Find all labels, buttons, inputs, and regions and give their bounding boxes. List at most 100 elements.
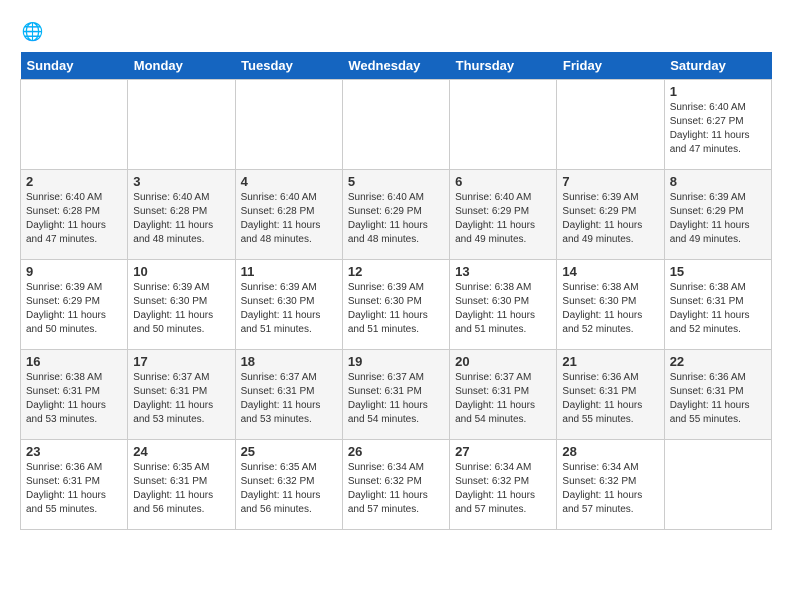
calendar-cell: 8 Sunrise: 6:39 AM Sunset: 6:29 PM Daylig… — [664, 170, 771, 260]
calendar-cell — [450, 80, 557, 170]
day-info: Sunrise: 6:35 AM Sunset: 6:32 PM Dayligh… — [241, 461, 337, 517]
calendar-cell: 5 Sunrise: 6:40 AM Sunset: 6:29 PM Daylig… — [342, 170, 449, 260]
calendar-cell: 1 Sunrise: 6:40 AM Sunset: 6:27 PM Daylig… — [664, 80, 771, 170]
calendar-header-row: SundayMondayTuesdayWednesdayThursdayFrid… — [21, 52, 772, 80]
day-number: 24 — [133, 444, 229, 459]
day-info: Sunrise: 6:38 AM Sunset: 6:30 PM Dayligh… — [455, 281, 551, 337]
calendar-cell — [342, 80, 449, 170]
day-info: Sunrise: 6:38 AM Sunset: 6:31 PM Dayligh… — [26, 371, 122, 427]
header: 🌐 — [20, 20, 772, 44]
day-info: Sunrise: 6:39 AM Sunset: 6:29 PM Dayligh… — [562, 191, 658, 247]
day-info: Sunrise: 6:37 AM Sunset: 6:31 PM Dayligh… — [133, 371, 229, 427]
svg-text:🌐: 🌐 — [22, 22, 44, 42]
calendar-cell: 18 Sunrise: 6:37 AM Sunset: 6:31 PM Dayli… — [235, 350, 342, 440]
calendar-cell: 2 Sunrise: 6:40 AM Sunset: 6:28 PM Daylig… — [21, 170, 128, 260]
day-info: Sunrise: 6:39 AM Sunset: 6:29 PM Dayligh… — [670, 191, 766, 247]
calendar-week-5: 23 Sunrise: 6:36 AM Sunset: 6:31 PM Dayli… — [21, 440, 772, 530]
day-number: 28 — [562, 444, 658, 459]
calendar-week-3: 9 Sunrise: 6:39 AM Sunset: 6:29 PM Daylig… — [21, 260, 772, 350]
day-number: 13 — [455, 264, 551, 279]
header-thursday: Thursday — [450, 52, 557, 80]
calendar-cell: 4 Sunrise: 6:40 AM Sunset: 6:28 PM Daylig… — [235, 170, 342, 260]
day-info: Sunrise: 6:40 AM Sunset: 6:27 PM Dayligh… — [670, 101, 766, 157]
header-friday: Friday — [557, 52, 664, 80]
day-number: 15 — [670, 264, 766, 279]
calendar-cell: 22 Sunrise: 6:36 AM Sunset: 6:31 PM Dayli… — [664, 350, 771, 440]
day-number: 14 — [562, 264, 658, 279]
day-number: 23 — [26, 444, 122, 459]
calendar-cell — [557, 80, 664, 170]
day-number: 21 — [562, 354, 658, 369]
calendar-cell: 15 Sunrise: 6:38 AM Sunset: 6:31 PM Dayli… — [664, 260, 771, 350]
calendar-cell: 27 Sunrise: 6:34 AM Sunset: 6:32 PM Dayli… — [450, 440, 557, 530]
calendar-week-2: 2 Sunrise: 6:40 AM Sunset: 6:28 PM Daylig… — [21, 170, 772, 260]
calendar-cell: 14Sunrise: 6:38 AM Sunset: 6:30 PM Dayli… — [557, 260, 664, 350]
calendar-cell: 23 Sunrise: 6:36 AM Sunset: 6:31 PM Dayli… — [21, 440, 128, 530]
calendar-cell: 20 Sunrise: 6:37 AM Sunset: 6:31 PM Dayli… — [450, 350, 557, 440]
day-number: 1 — [670, 84, 766, 99]
day-number: 4 — [241, 174, 337, 189]
calendar-cell: 21Sunrise: 6:36 AM Sunset: 6:31 PM Dayli… — [557, 350, 664, 440]
day-number: 22 — [670, 354, 766, 369]
calendar-cell — [128, 80, 235, 170]
day-number: 16 — [26, 354, 122, 369]
day-info: Sunrise: 6:38 AM Sunset: 6:31 PM Dayligh… — [670, 281, 766, 337]
calendar-table: SundayMondayTuesdayWednesdayThursdayFrid… — [20, 52, 772, 530]
calendar-cell: 17Sunrise: 6:37 AM Sunset: 6:31 PM Dayli… — [128, 350, 235, 440]
day-info: Sunrise: 6:39 AM Sunset: 6:30 PM Dayligh… — [241, 281, 337, 337]
day-info: Sunrise: 6:37 AM Sunset: 6:31 PM Dayligh… — [348, 371, 444, 427]
day-info: Sunrise: 6:36 AM Sunset: 6:31 PM Dayligh… — [26, 461, 122, 517]
calendar-cell: 13 Sunrise: 6:38 AM Sunset: 6:30 PM Dayli… — [450, 260, 557, 350]
calendar-cell: 19Sunrise: 6:37 AM Sunset: 6:31 PM Dayli… — [342, 350, 449, 440]
day-number: 18 — [241, 354, 337, 369]
day-info: Sunrise: 6:36 AM Sunset: 6:31 PM Dayligh… — [670, 371, 766, 427]
day-number: 8 — [670, 174, 766, 189]
day-info: Sunrise: 6:37 AM Sunset: 6:31 PM Dayligh… — [455, 371, 551, 427]
day-info: Sunrise: 6:34 AM Sunset: 6:32 PM Dayligh… — [562, 461, 658, 517]
header-saturday: Saturday — [664, 52, 771, 80]
day-info: Sunrise: 6:37 AM Sunset: 6:31 PM Dayligh… — [241, 371, 337, 427]
calendar-cell — [21, 80, 128, 170]
calendar-cell — [664, 440, 771, 530]
day-info: Sunrise: 6:40 AM Sunset: 6:29 PM Dayligh… — [348, 191, 444, 247]
calendar-cell: 25 Sunrise: 6:35 AM Sunset: 6:32 PM Dayli… — [235, 440, 342, 530]
calendar-cell: 11 Sunrise: 6:39 AM Sunset: 6:30 PM Dayli… — [235, 260, 342, 350]
header-tuesday: Tuesday — [235, 52, 342, 80]
header-wednesday: Wednesday — [342, 52, 449, 80]
day-info: Sunrise: 6:40 AM Sunset: 6:28 PM Dayligh… — [241, 191, 337, 247]
day-number: 3 — [133, 174, 229, 189]
day-number: 2 — [26, 174, 122, 189]
day-number: 25 — [241, 444, 337, 459]
day-number: 9 — [26, 264, 122, 279]
day-info: Sunrise: 6:34 AM Sunset: 6:32 PM Dayligh… — [348, 461, 444, 517]
calendar-cell: 3 Sunrise: 6:40 AM Sunset: 6:28 PM Daylig… — [128, 170, 235, 260]
calendar-cell: 28 Sunrise: 6:34 AM Sunset: 6:32 PM Dayli… — [557, 440, 664, 530]
day-info: Sunrise: 6:39 AM Sunset: 6:29 PM Dayligh… — [26, 281, 122, 337]
calendar-cell: 10 Sunrise: 6:39 AM Sunset: 6:30 PM Dayli… — [128, 260, 235, 350]
calendar-cell: 6 Sunrise: 6:40 AM Sunset: 6:29 PM Daylig… — [450, 170, 557, 260]
calendar-week-4: 16 Sunrise: 6:38 AM Sunset: 6:31 PM Dayli… — [21, 350, 772, 440]
day-info: Sunrise: 6:39 AM Sunset: 6:30 PM Dayligh… — [348, 281, 444, 337]
calendar-cell: 24 Sunrise: 6:35 AM Sunset: 6:31 PM Dayli… — [128, 440, 235, 530]
day-number: 11 — [241, 264, 337, 279]
day-info: Sunrise: 6:40 AM Sunset: 6:29 PM Dayligh… — [455, 191, 551, 247]
calendar-week-1: 1 Sunrise: 6:40 AM Sunset: 6:27 PM Daylig… — [21, 80, 772, 170]
day-info: Sunrise: 6:40 AM Sunset: 6:28 PM Dayligh… — [133, 191, 229, 247]
day-number: 12 — [348, 264, 444, 279]
day-info: Sunrise: 6:34 AM Sunset: 6:32 PM Dayligh… — [455, 461, 551, 517]
calendar-cell: 12 Sunrise: 6:39 AM Sunset: 6:30 PM Dayli… — [342, 260, 449, 350]
day-info: Sunrise: 6:40 AM Sunset: 6:28 PM Dayligh… — [26, 191, 122, 247]
day-number: 6 — [455, 174, 551, 189]
day-info: Sunrise: 6:39 AM Sunset: 6:30 PM Dayligh… — [133, 281, 229, 337]
header-sunday: Sunday — [21, 52, 128, 80]
calendar-cell: 9 Sunrise: 6:39 AM Sunset: 6:29 PM Daylig… — [21, 260, 128, 350]
day-number: 26 — [348, 444, 444, 459]
day-number: 5 — [348, 174, 444, 189]
day-number: 10 — [133, 264, 229, 279]
day-number: 20 — [455, 354, 551, 369]
day-number: 7 — [562, 174, 658, 189]
calendar-cell: 26 Sunrise: 6:34 AM Sunset: 6:32 PM Dayli… — [342, 440, 449, 530]
calendar-cell — [235, 80, 342, 170]
day-info: Sunrise: 6:35 AM Sunset: 6:31 PM Dayligh… — [133, 461, 229, 517]
day-number: 27 — [455, 444, 551, 459]
